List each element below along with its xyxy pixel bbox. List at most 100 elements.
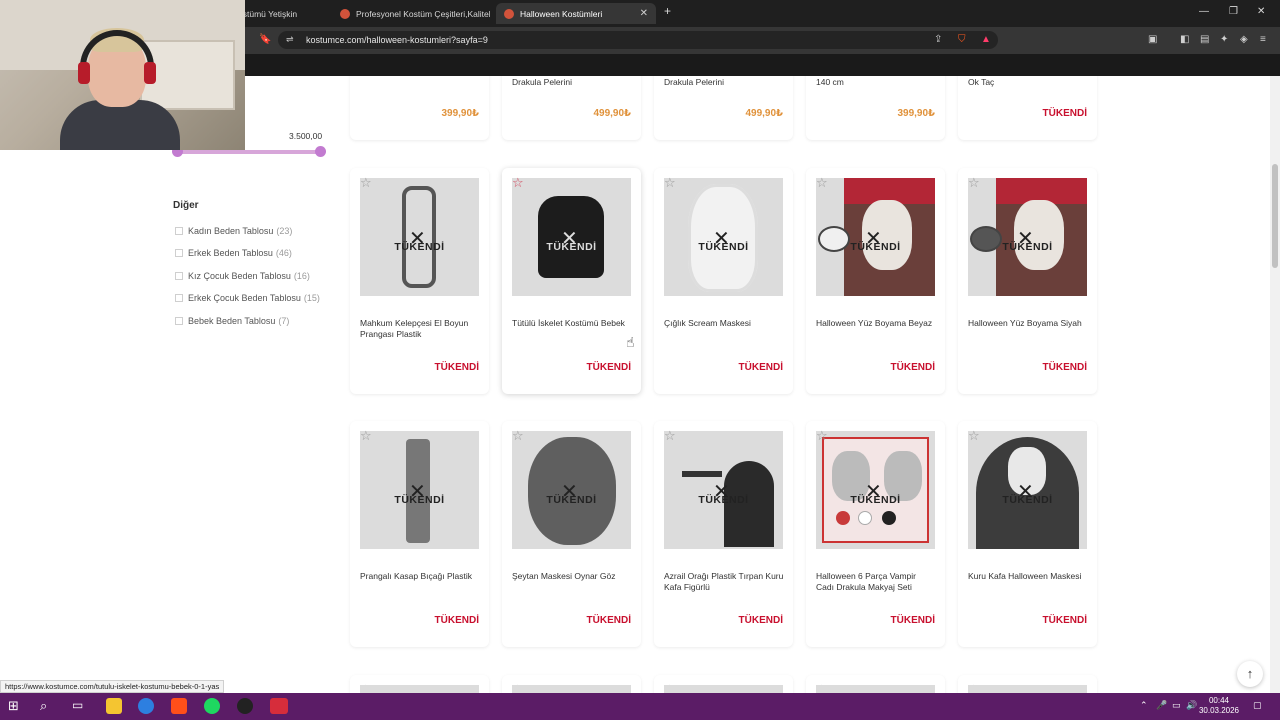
product-card[interactable]: ☆: [806, 675, 945, 693]
filter-kiz-cocuk-beden[interactable]: Kız Çocuk Beden Tablosu (16): [175, 271, 310, 281]
scrollbar-thumb[interactable]: [1272, 164, 1278, 268]
product-image[interactable]: [816, 685, 935, 693]
product-image[interactable]: ✕ TÜKENDİ: [968, 178, 1087, 296]
product-card[interactable]: ☆: [350, 675, 489, 693]
product-card[interactable]: ✕ TÜKENDİ ☆ Mahkum Kelepçesi El Boyun Pr…: [350, 168, 489, 394]
arrow-up-icon[interactable]: ↑: [1237, 661, 1263, 687]
product-name[interactable]: Drakula Pelerini: [512, 77, 632, 88]
product-name[interactable]: Prangalı Kasap Bıçağı Plastik: [360, 571, 480, 582]
star-icon[interactable]: ☆: [360, 428, 372, 444]
product-card[interactable]: 140 cm 399,90₺: [806, 76, 945, 140]
product-image[interactable]: ✕ TÜKENDİ: [360, 431, 479, 549]
product-card[interactable]: ✕ TÜKENDİ ☆ Azrail Orağı Plastik Tırpan …: [654, 421, 793, 647]
obs-icon[interactable]: [237, 698, 253, 714]
file-explorer-icon[interactable]: [106, 698, 122, 714]
star-icon[interactable]: ☆: [816, 428, 828, 444]
product-image[interactable]: [360, 685, 479, 693]
filter-erkek-beden[interactable]: Erkek Beden Tablosu (46): [175, 248, 292, 258]
new-tab-button[interactable]: +: [664, 4, 671, 18]
star-icon[interactable]: ☆: [664, 175, 676, 191]
price-max-handle[interactable]: [315, 146, 326, 157]
search-icon[interactable]: ⌕: [40, 698, 56, 714]
product-image[interactable]: ✕ TÜKENDİ: [512, 431, 631, 549]
taskbar-clock[interactable]: 00:44 30.03.2026: [1196, 696, 1242, 716]
product-image[interactable]: ✕ TÜKENDİ: [360, 178, 479, 296]
product-name[interactable]: Şeytan Maskesi Oynar Göz: [512, 571, 632, 582]
checkbox[interactable]: [175, 249, 183, 257]
minimize-button[interactable]: —: [1199, 6, 1209, 17]
vpn-icon[interactable]: ◈: [1240, 34, 1248, 45]
product-card[interactable]: Drakula Pelerini 499,90₺: [502, 76, 641, 140]
product-card[interactable]: 399,90₺: [350, 76, 489, 140]
product-card[interactable]: ✕ TÜKENDİ ☆ Kuru Kafa Halloween Maskesi …: [958, 421, 1097, 647]
star-icon[interactable]: ☆: [360, 175, 372, 191]
product-image[interactable]: [512, 685, 631, 693]
product-card[interactable]: ✕ TÜKENDİ ☆ Şeytan Maskesi Oynar Göz TÜK…: [502, 421, 641, 647]
leo-ai-icon[interactable]: ✦: [1220, 34, 1228, 45]
product-card[interactable]: ✕ TÜKENDİ ☆ Çığlık Scream Maskesi TÜKEND…: [654, 168, 793, 394]
product-name[interactable]: Halloween Yüz Boyama Siyah: [968, 318, 1088, 329]
product-card[interactable]: ✕ TÜKENDİ ☆ Halloween Yüz Boyama Siyah T…: [958, 168, 1097, 394]
tray-chevron-icon[interactable]: ⌃: [1140, 700, 1148, 711]
windows-icon[interactable]: ⊞: [8, 698, 24, 714]
star-icon[interactable]: ☆: [816, 175, 828, 191]
product-name[interactable]: Kuru Kafa Halloween Maskesi: [968, 571, 1088, 582]
close-tab-icon[interactable]: ✕: [632, 8, 648, 19]
filter-bebek-beden[interactable]: Bebek Beden Tablosu (7): [175, 316, 289, 326]
product-card[interactable]: ☆: [654, 675, 793, 693]
checkbox[interactable]: [175, 294, 183, 302]
microphone-icon[interactable]: 🎤: [1156, 700, 1167, 711]
product-card[interactable]: Ok Taç TÜKENDİ: [958, 76, 1097, 140]
app-icon[interactable]: [270, 698, 288, 714]
star-icon[interactable]: ☆: [968, 175, 980, 191]
window-close-button[interactable]: ✕: [1257, 6, 1265, 17]
product-name[interactable]: 140 cm: [816, 77, 936, 88]
page-scrollbar[interactable]: [1270, 76, 1280, 693]
reader-mode-icon[interactable]: ▣: [1148, 34, 1157, 45]
site-info-icon[interactable]: ⇌: [286, 34, 294, 45]
product-card[interactable]: ✕ TÜKENDİ ☆ Halloween Yüz Boyama Beyaz T…: [806, 168, 945, 394]
star-icon[interactable]: ☆: [664, 428, 676, 444]
checkbox[interactable]: [175, 227, 183, 235]
task-view-icon[interactable]: ▭: [72, 698, 88, 714]
share-icon[interactable]: ⇪: [934, 34, 942, 45]
product-name[interactable]: Halloween Yüz Boyama Beyaz: [816, 318, 936, 329]
star-icon[interactable]: ☆: [512, 428, 524, 444]
restore-button[interactable]: ❐: [1229, 6, 1238, 17]
brave-shield-icon[interactable]: ⛉: [958, 34, 966, 45]
product-image[interactable]: ✕ TÜKENDİ: [664, 431, 783, 549]
product-name[interactable]: Ok Taç: [968, 77, 1088, 88]
product-image[interactable]: [664, 685, 783, 693]
edge-icon[interactable]: [138, 698, 154, 714]
product-card[interactable]: ☆: [502, 675, 641, 693]
product-image[interactable]: ✕ TÜKENDİ: [512, 178, 631, 296]
product-name[interactable]: Drakula Pelerini: [664, 77, 784, 88]
sidebar-icon[interactable]: ◧: [1180, 34, 1189, 45]
product-card[interactable]: Drakula Pelerini 499,90₺: [654, 76, 793, 140]
product-image[interactable]: ✕ TÜKENDİ: [816, 431, 935, 549]
product-name[interactable]: Çığlık Scream Maskesi: [664, 318, 784, 329]
product-name[interactable]: Halloween 6 Parça Vampir Cadı Drakula Ma…: [816, 571, 936, 593]
network-icon[interactable]: ▭: [1172, 700, 1181, 711]
filter-erkek-cocuk-beden[interactable]: Erkek Çocuk Beden Tablosu (15): [175, 293, 320, 303]
tab-halloween-kostumleri[interactable]: Halloween Kostümleri ✕: [496, 3, 656, 24]
spotify-icon[interactable]: [204, 698, 220, 714]
product-card[interactable]: ✕ TÜKENDİ ☆ Prangalı Kasap Bıçağı Plasti…: [350, 421, 489, 647]
product-card[interactable]: ☆: [958, 675, 1097, 693]
bookmark-icon[interactable]: 🔖: [259, 34, 271, 45]
wallet-icon[interactable]: ▤: [1200, 34, 1209, 45]
menu-icon[interactable]: ≡: [1260, 34, 1266, 45]
filter-kadin-beden[interactable]: Kadın Beden Tablosu (23): [175, 226, 292, 236]
brave-rewards-icon[interactable]: ▲: [981, 34, 991, 45]
tab-profesyonel-kostum[interactable]: Profesyonel Kostüm Çeşitleri,Kaliteli ⁠: [332, 3, 490, 24]
checkbox[interactable]: [175, 272, 183, 280]
product-name[interactable]: Mahkum Kelepçesi El Boyun Prangası Plast…: [360, 318, 480, 340]
product-name[interactable]: Azrail Orağı Plastik Tırpan Kuru Kafa Fi…: [664, 571, 784, 593]
star-icon[interactable]: ☆: [968, 428, 980, 444]
product-image[interactable]: [968, 685, 1087, 693]
brave-icon[interactable]: [171, 698, 187, 714]
address-bar[interactable]: kostumce.com/halloween-kostumleri?sayfa=…: [278, 31, 998, 49]
product-name[interactable]: Tütülü İskelet Kostümü Bebek: [512, 318, 632, 329]
product-image[interactable]: ✕ TÜKENDİ: [664, 178, 783, 296]
checkbox[interactable]: [175, 317, 183, 325]
